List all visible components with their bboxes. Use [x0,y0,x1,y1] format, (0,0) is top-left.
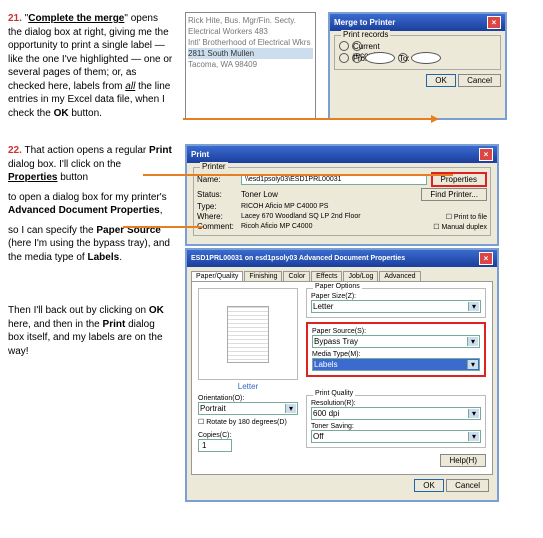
chevron-down-icon: ▾ [285,404,296,413]
help-button[interactable]: Help(H) [440,454,486,467]
step21-text: 21. "Complete the merge" opens the dialo… [8,12,173,120]
preview [198,288,298,380]
merge-title: Merge to Printer [334,18,395,27]
find-printer-button[interactable]: Find Printer... [421,188,487,201]
cancel-button[interactable]: Cancel [446,479,489,492]
chevron-down-icon: ▾ [468,432,479,441]
advanced-dialog: ESD1PRL00031 on esd1psoly03 Advanced Doc… [185,248,499,502]
radio-current[interactable]: Current record [339,41,496,51]
print-title: Print [191,150,209,159]
toner-select[interactable]: Off▾ [311,430,481,443]
tab-joblog[interactable]: Job/Log [343,271,378,281]
chevron-down-icon: ▾ [467,360,478,369]
orientation-select[interactable]: Portrait▾ [198,402,298,415]
close-icon[interactable]: × [479,148,493,161]
arrow-icon [183,118,433,120]
resolution-select[interactable]: 600 dpi▾ [311,407,481,420]
rotate-check[interactable]: ☐ Rotate by 180 degrees(D) [198,418,298,426]
address-list: Rick Hite, Bus. Mgr/Fin. Secty. Electric… [185,12,316,120]
arrow-icon [143,174,453,176]
ok-button[interactable]: OK [426,74,456,87]
tab-effects[interactable]: Effects [311,271,342,281]
radio-from[interactable]: From: To: [339,52,496,64]
adv-title: ESD1PRL00031 on esd1psoly03 Advanced Doc… [191,255,405,262]
print-dialog: Print × Printer Name:\\esd1psoly03\ESD1P… [185,144,499,246]
chevron-down-icon: ▾ [467,337,478,346]
papersize-select[interactable]: Letter▾ [311,300,481,313]
chevron-down-icon: ▾ [468,409,479,418]
close-icon[interactable]: × [479,252,493,265]
tab-finishing[interactable]: Finishing [244,271,282,281]
papersource-select[interactable]: Bypass Tray▾ [312,335,480,348]
cancel-button[interactable]: Cancel [458,74,501,87]
tab-paper[interactable]: Paper/Quality [191,271,243,281]
mediatype-select[interactable]: Labels▾ [312,358,480,371]
copies-input[interactable]: 1 [198,439,232,452]
tabs: Paper/Quality Finishing Color Effects Jo… [191,271,493,281]
print-to-file-check[interactable]: ☐ Print to file [446,213,487,221]
close-icon[interactable]: × [487,16,501,29]
ok-button[interactable]: OK [414,479,444,492]
arrow-icon [123,226,203,228]
from-input[interactable] [365,52,395,64]
to-input[interactable] [411,52,441,64]
tab-advanced[interactable]: Advanced [379,271,420,281]
merge-dialog: Merge to Printer × Print records Current… [328,12,507,120]
chevron-down-icon: ▾ [468,302,479,311]
manual-duplex-check[interactable]: ☐ Manual duplex [433,223,487,231]
step22-text: 22. That action opens a regular Print di… [8,144,173,358]
tab-color[interactable]: Color [283,271,310,281]
